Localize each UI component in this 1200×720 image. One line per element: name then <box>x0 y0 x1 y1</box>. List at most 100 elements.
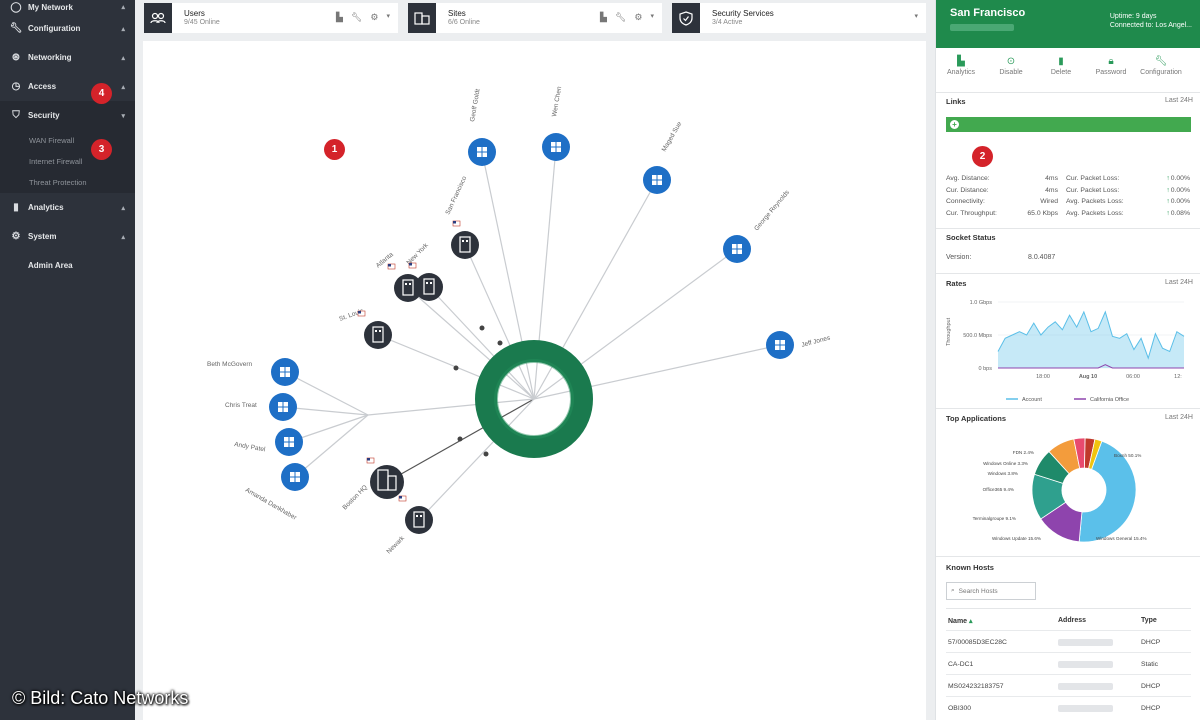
building-window <box>466 240 468 242</box>
delete-action[interactable]: ▮ Delete <box>1036 55 1086 76</box>
node-label: Geoff Goldt <box>469 88 482 122</box>
legend-label: Account <box>1022 397 1042 403</box>
link-dot <box>483 451 489 457</box>
link-dot <box>457 436 463 442</box>
chevron-up-icon: ▴ <box>121 83 125 91</box>
sidebar-item-label: Security <box>28 111 60 120</box>
link-dot <box>453 365 459 371</box>
us-flag-icon <box>367 458 370 461</box>
node-label: Wen Chen <box>551 86 563 118</box>
network-topology: Geoff Goldt Wen Chen Maged Sue George Reyno… <box>143 41 926 720</box>
callout-badge-4: 4 <box>91 83 112 104</box>
table-row[interactable]: MS024232183757 DHCP <box>946 674 1191 696</box>
sites-card[interactable]: Sites 6/6 Online ▙ 🔧︎ ⚙︎ ▾ <box>408 3 662 33</box>
sidebar-subitem-internet-firewall[interactable]: Internet Firewall <box>0 151 135 172</box>
windows-user-node <box>766 331 794 359</box>
column-header-address[interactable]: Address <box>1058 617 1086 624</box>
panel-title: San Francisco <box>950 7 1026 19</box>
sidebar-item-security[interactable]: ⛉ Security ▾ <box>0 101 135 130</box>
windows-user-node <box>275 428 303 456</box>
building-window <box>416 515 418 517</box>
link-status-bar[interactable]: + <box>946 117 1191 132</box>
node-label: Boston HQ <box>341 484 368 511</box>
metric-label: Cur. Throughput: <box>946 209 997 217</box>
us-flag-icon <box>358 311 361 314</box>
security-services-card[interactable]: Security Services 3/4 Active ▾ <box>672 3 926 33</box>
range-selector[interactable]: Last 24H <box>1165 279 1193 286</box>
column-header-type[interactable]: Type <box>1141 617 1157 624</box>
sidebar-item-label: Access <box>28 82 57 91</box>
configuration-action[interactable]: 🔧︎ Configuration <box>1136 55 1186 76</box>
disable-action[interactable]: ⊙ Disable <box>986 55 1036 76</box>
building-window <box>420 515 422 517</box>
building-window <box>426 282 428 284</box>
sidebar-item-my-network[interactable]: ◯ My Network ▴ <box>0 0 135 14</box>
table-row[interactable]: 57/00085D3EC28C DHCP <box>946 630 1191 652</box>
gear-icon[interactable]: ⚙︎ <box>370 12 378 23</box>
x-tick-label: 12: <box>1174 374 1182 380</box>
column-header-name[interactable]: Name ▴ <box>948 617 973 625</box>
site-node-circle <box>451 231 479 259</box>
sidebar-subitem-wan-firewall[interactable]: WAN Firewall <box>0 130 135 151</box>
sidebar-item-access[interactable]: ◷ Access ▴ <box>0 72 135 101</box>
wrench-icon[interactable]: 🔧︎ <box>351 12 362 23</box>
buildings-icon <box>408 3 436 33</box>
range-selector[interactable]: Last 24H <box>1165 97 1193 104</box>
callout-badge-2: 2 <box>972 146 993 167</box>
windows-user-node <box>468 138 496 166</box>
windows-icon <box>290 472 295 477</box>
chevron-down-icon: ▾ <box>121 112 125 120</box>
site-node <box>364 321 392 349</box>
password-action[interactable]: 🔒︎ Password <box>1086 55 1136 76</box>
search-hosts-input[interactable]: ⌕ Search Hosts <box>946 582 1036 600</box>
analytics-action[interactable]: ▙ Analytics <box>936 55 986 76</box>
users-card[interactable]: Users 9/45 Online ▙ 🔧︎ ⚙︎ ▾ <box>144 3 398 33</box>
sidebar-item-system[interactable]: ⚙︎ System ▴ <box>0 222 135 251</box>
table-row[interactable]: OBI300 DHCP <box>946 696 1191 718</box>
analytics-icon[interactable]: ▙ <box>336 12 343 23</box>
analytics-icon[interactable]: ▙ <box>600 12 607 23</box>
host-type: DHCP <box>1141 639 1161 646</box>
action-label: Disable <box>999 69 1023 76</box>
sidebar-item-admin-area[interactable]: Admin Area <box>0 251 135 280</box>
windows-icon <box>780 345 785 350</box>
redacted-text <box>950 24 1014 31</box>
windows-icon <box>290 477 295 482</box>
node-label: Amanda Dankhaber <box>244 487 298 522</box>
site-node-circle <box>364 321 392 349</box>
windows-icon <box>657 175 662 180</box>
range-selector[interactable]: Last 24H <box>1165 414 1193 421</box>
known-hosts-section: Known Hosts <box>936 556 1200 572</box>
metric-value: Wired <box>1040 198 1058 205</box>
windows-user-node <box>723 235 751 263</box>
image-credit: © Bild: Cato Networks <box>12 688 189 708</box>
metric-label: Avg. Packets Loss: <box>1066 209 1124 217</box>
sidebar-item-configuration[interactable]: 🔧︎ Configuration ▴ <box>0 14 135 43</box>
windows-icon <box>780 340 785 345</box>
site-detail-panel: San Francisco Uptime: 9 days Connected t… <box>935 0 1200 720</box>
search-icon: ⌕ <box>951 587 955 594</box>
windows-user-node <box>542 133 570 161</box>
windows-icon <box>295 472 300 477</box>
sidebar-item-label: System <box>28 232 57 241</box>
sidebar-item-networking[interactable]: ⊛ Networking ▴ <box>0 43 135 72</box>
sidebar-item-label: My Network <box>28 2 73 12</box>
chevron-up-icon: ▴ <box>121 204 125 212</box>
sidebar-subitem-threat-protection[interactable]: Threat Protection <box>0 172 135 193</box>
connected-text: Connected to: Los Angel... <box>1109 22 1192 29</box>
rates-chart: 1.0 Gbps 500.0 Mbps 0 bps Throughput 18:00 Au… <box>946 300 1185 403</box>
sidebar-item-analytics[interactable]: ▮ Analytics ▴ <box>0 193 135 222</box>
table-row[interactable]: CA-DC1 Static <box>946 652 1191 674</box>
chevron-down-icon[interactable]: ▾ <box>386 12 390 23</box>
chevron-down-icon[interactable]: ▾ <box>650 12 654 23</box>
gear-icon[interactable]: ⚙︎ <box>634 12 642 23</box>
wrench-icon[interactable]: 🔧︎ <box>615 12 626 23</box>
building-window <box>430 282 432 284</box>
host-type: DHCP <box>1141 705 1161 712</box>
windows-icon <box>278 407 283 412</box>
chevron-down-icon[interactable]: ▾ <box>914 12 918 20</box>
card-subtitle: 6/6 Online <box>448 19 480 26</box>
section-title: Links <box>946 97 966 106</box>
us-flag-icon <box>388 264 391 267</box>
link-dot <box>479 325 485 331</box>
